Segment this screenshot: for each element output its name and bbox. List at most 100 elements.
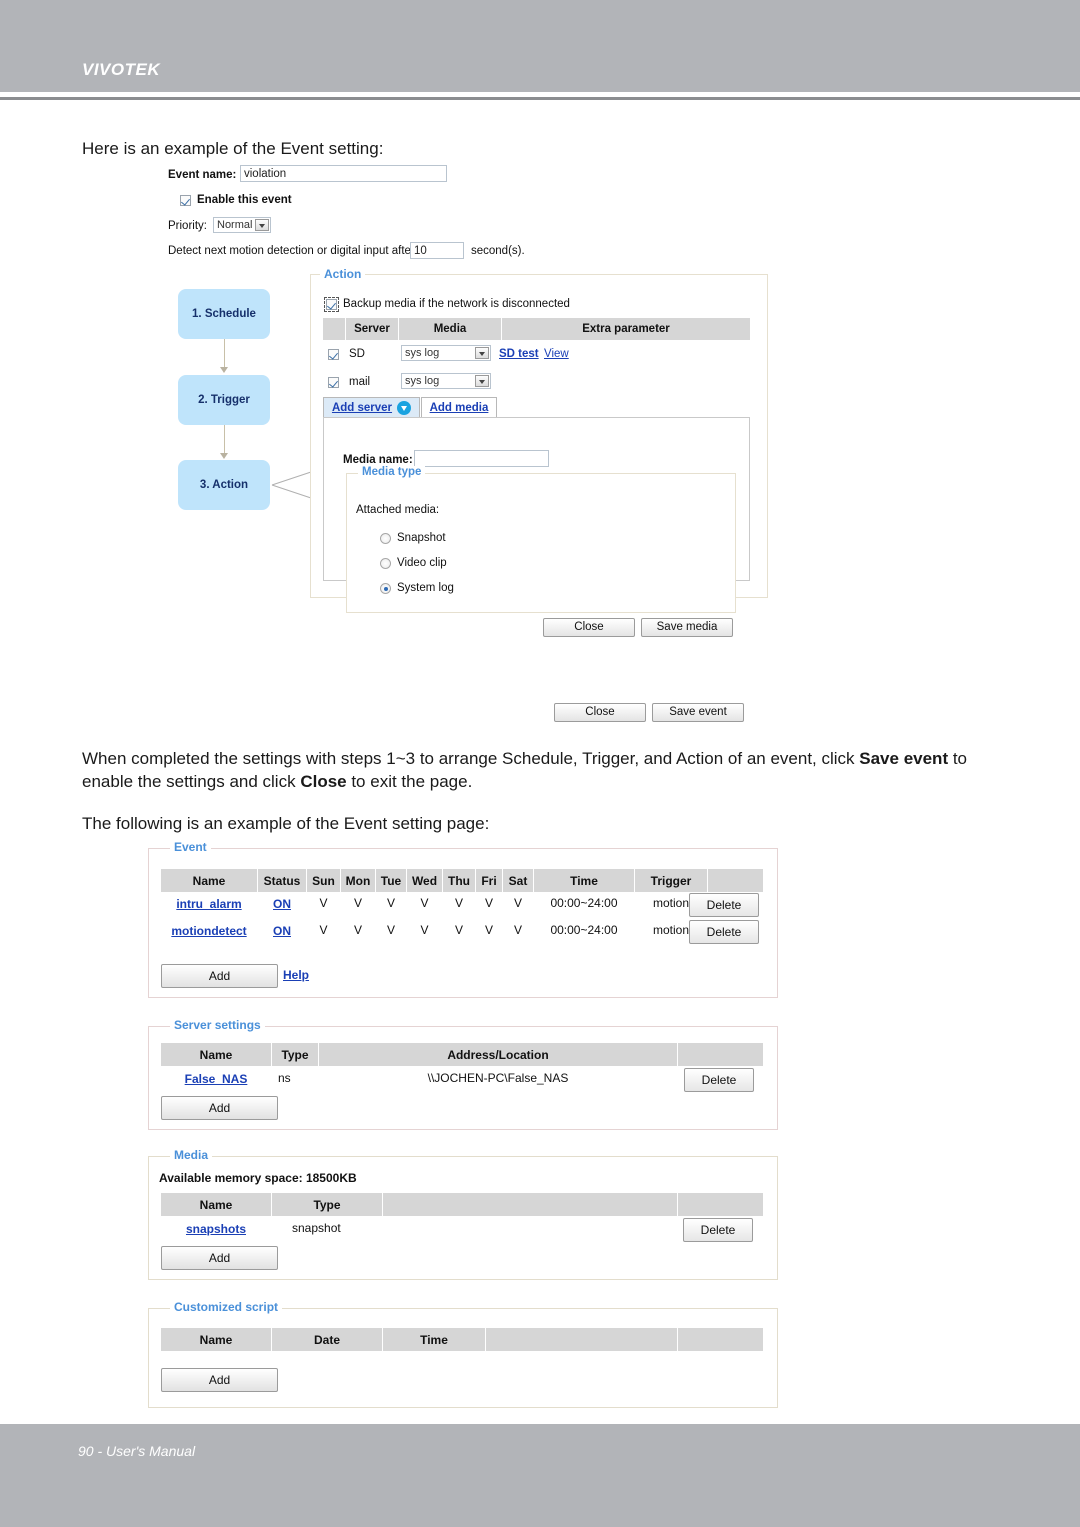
instructions-paragraph: When completed the settings with steps 1…: [82, 748, 1012, 794]
detect-interval-input[interactable]: 10: [410, 242, 464, 259]
server-row-name-link-1: False_NAS: [184, 1072, 248, 1086]
action-row-media-select-mail[interactable]: sys log: [401, 373, 491, 389]
event-col-time: Time: [534, 869, 634, 892]
brand-logo: VIVOTEK: [82, 60, 161, 79]
event-row-name-1[interactable]: intru_alarm: [161, 895, 257, 913]
event-col-mon: Mon: [341, 869, 375, 892]
event-row-thu-1: V: [454, 896, 463, 910]
server-row-delete-1[interactable]: Delete: [684, 1068, 754, 1092]
script-col-blank: [486, 1328, 677, 1351]
server-row-address-1: \\JOCHEN-PC\False_NAS: [427, 1071, 569, 1085]
radio-snapshot-label: Snapshot: [397, 532, 446, 544]
event-row-sat-1: V: [513, 896, 522, 910]
server-row-name-1[interactable]: False_NAS: [161, 1070, 271, 1088]
action-col-extra: Extra parameter: [502, 318, 750, 340]
script-col-name: Name: [161, 1328, 271, 1351]
close-event-button[interactable]: Close: [554, 703, 646, 722]
action-row-server-sd: SD: [349, 348, 365, 360]
server-col-actions: [678, 1043, 763, 1066]
event-row-fri-2: V: [484, 923, 493, 937]
event-row-status-1[interactable]: ON: [258, 895, 306, 913]
event-col-status: Status: [258, 869, 306, 892]
step-action[interactable]: 3. Action: [178, 460, 270, 510]
event-col-fri: Fri: [476, 869, 502, 892]
event-row-mon-1: V: [353, 896, 362, 910]
chevron-down-badge-icon: [397, 401, 412, 415]
media-col-name: Name: [161, 1193, 271, 1216]
script-col-time: Time: [383, 1328, 485, 1351]
backup-media-checkbox[interactable]: [324, 297, 339, 312]
priority-value: Normal: [217, 219, 253, 231]
media-row-delete-1[interactable]: Delete: [683, 1218, 753, 1242]
media-row-name-1[interactable]: snapshots: [161, 1220, 271, 1238]
event-row-delete-1[interactable]: Delete: [689, 893, 759, 917]
action-panel-legend: Action: [320, 267, 366, 281]
action-col-server: Server: [346, 318, 398, 340]
event-row-name-link-1: intru_alarm: [176, 897, 242, 911]
action-col-check: [323, 318, 345, 340]
script-add-button[interactable]: Add: [161, 1368, 278, 1392]
header-divider: [0, 97, 1080, 100]
action-row-server-mail: mail: [349, 376, 371, 388]
footer-page-label: 90 - User's Manual: [78, 1443, 196, 1459]
flow-line-1: [224, 339, 225, 369]
media-col-blank: [383, 1193, 677, 1216]
save-media-button[interactable]: Save media: [641, 618, 733, 637]
instructions-part-3: to exit the page.: [346, 771, 473, 791]
event-row-mon-2: V: [353, 923, 362, 937]
sd-view-link[interactable]: View: [544, 348, 569, 360]
radio-video-clip[interactable]: [380, 558, 391, 569]
save-event-button[interactable]: Save event: [652, 703, 744, 722]
media-row-name-link-1: snapshots: [185, 1222, 246, 1236]
radio-snapshot[interactable]: [380, 533, 391, 544]
close-media-button[interactable]: Close: [543, 618, 635, 637]
event-row-name-link-2: motiondetect: [171, 924, 247, 938]
script-section-legend: Customized script: [170, 1300, 283, 1314]
instructions-save-event: Save event: [859, 749, 949, 768]
event-name-input[interactable]: violation: [240, 165, 447, 182]
server-col-address: Address/Location: [319, 1043, 677, 1066]
event-row-name-2[interactable]: motiondetect: [161, 922, 257, 940]
tab-add-server[interactable]: Add server: [323, 397, 420, 418]
media-name-input[interactable]: [414, 450, 549, 467]
following-example-paragraph: The following is an example of the Event…: [82, 814, 490, 833]
script-col-actions: [678, 1328, 763, 1351]
event-row-sun-1: V: [319, 896, 328, 910]
event-row-tue-1: V: [386, 896, 395, 910]
event-row-status-link-1: ON: [273, 897, 291, 911]
priority-label: Priority:: [168, 220, 207, 232]
event-setting-page-screenshot: Event Name Status Sun Mon Tue Wed Thu Fr…: [148, 838, 778, 1408]
detect-interval-label: Detect next motion detection or digital …: [168, 245, 415, 257]
flow-arrow-1: [220, 367, 228, 373]
event-row-status-2[interactable]: ON: [258, 922, 306, 940]
priority-select[interactable]: Normal: [213, 217, 271, 233]
script-col-date: Date: [272, 1328, 382, 1351]
event-setting-dialog-screenshot: Event name: violation Enable this event …: [168, 163, 788, 733]
action-row-checkbox-mail[interactable]: [328, 377, 339, 388]
media-col-type: Type: [272, 1193, 382, 1216]
media-col-actions: [678, 1193, 763, 1216]
action-row-checkbox-sd[interactable]: [328, 349, 339, 360]
event-row-delete-2[interactable]: Delete: [689, 920, 759, 944]
step-schedule[interactable]: 1. Schedule: [178, 289, 270, 339]
radio-video-clip-label: Video clip: [397, 557, 447, 569]
script-section: [148, 1308, 778, 1408]
intro-paragraph: Here is an example of the Event setting:: [82, 139, 384, 158]
action-row-media-value-mail: sys log: [405, 375, 440, 387]
event-add-button[interactable]: Add: [161, 964, 278, 988]
media-add-button[interactable]: Add: [161, 1246, 278, 1270]
page-header: [0, 0, 1080, 92]
server-row-type-1: ns: [278, 1071, 291, 1085]
event-row-time-1: 00:00~24:00: [550, 896, 618, 910]
sd-test-link[interactable]: SD test: [499, 348, 539, 360]
event-help-link[interactable]: Help: [283, 968, 309, 982]
radio-system-log[interactable]: [380, 583, 391, 594]
step-trigger[interactable]: 2. Trigger: [178, 375, 270, 425]
tab-add-media[interactable]: Add media: [421, 397, 497, 418]
event-row-thu-2: V: [454, 923, 463, 937]
backup-media-label: Backup media if the network is disconnec…: [343, 298, 570, 310]
action-row-media-select-sd[interactable]: sys log: [401, 345, 491, 361]
media-type-legend: Media type: [358, 466, 426, 478]
enable-event-checkbox[interactable]: [180, 195, 191, 206]
server-add-button[interactable]: Add: [161, 1096, 278, 1120]
